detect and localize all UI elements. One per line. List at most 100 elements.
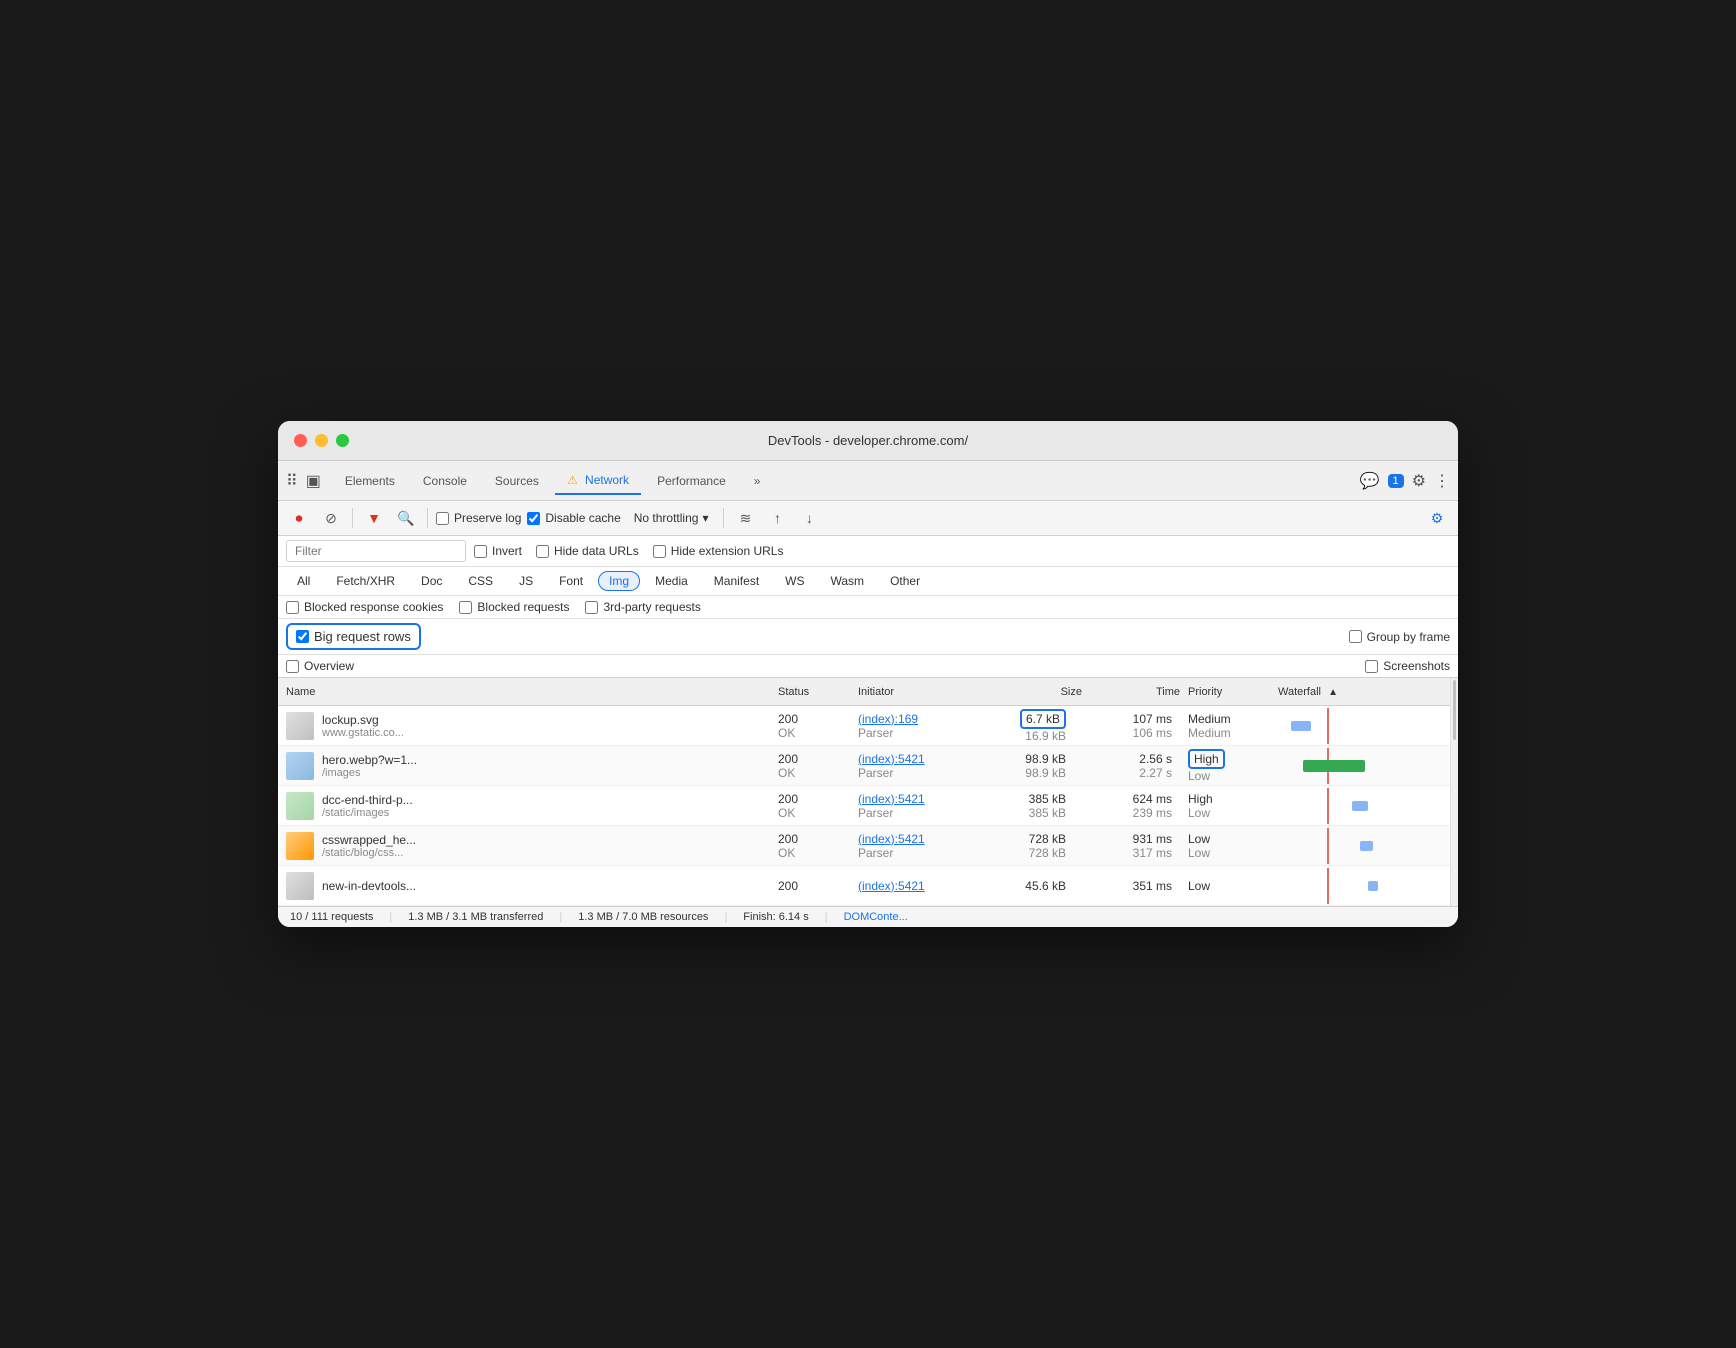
type-btn-media[interactable]: Media (644, 571, 699, 591)
row-name-texts-2: dcc-end-third-p... /static/images (322, 793, 413, 819)
row-name-cell-2: dcc-end-third-p... /static/images (286, 792, 778, 820)
group-by-frame-checkbox[interactable] (1349, 630, 1362, 643)
col-header-time[interactable]: Time (1098, 686, 1188, 698)
type-btn-doc[interactable]: Doc (410, 571, 453, 591)
row-size-primary-4: 45.6 kB (988, 879, 1082, 893)
download-icon[interactable]: ↓ (796, 505, 822, 531)
clear-button[interactable]: ⊘ (318, 505, 344, 531)
col-header-priority[interactable]: Priority (1188, 686, 1278, 698)
disable-cache-checkbox[interactable] (527, 512, 540, 525)
more-options-icon[interactable]: ⋮ (1434, 471, 1450, 491)
tab-sources[interactable]: Sources (483, 468, 551, 494)
table-row[interactable]: csswrapped_he... /static/blog/css... 200… (278, 826, 1450, 866)
invert-checkbox[interactable] (474, 545, 487, 558)
invert-label[interactable]: Invert (474, 544, 522, 558)
warning-icon: ⚠ (567, 473, 578, 487)
row-initiator-primary-4[interactable]: (index):5421 (858, 879, 988, 893)
close-button[interactable] (294, 434, 307, 447)
type-btn-font[interactable]: Font (548, 571, 594, 591)
big-request-rows-label[interactable]: Big request rows (286, 623, 421, 650)
tab-bar-right: 💬 1 ⚙ ⋮ (1360, 471, 1450, 491)
row-priority-primary-0: Medium (1188, 712, 1278, 726)
hide-data-urls-checkbox[interactable] (536, 545, 549, 558)
hide-extension-urls-label[interactable]: Hide extension URLs (653, 544, 784, 558)
waterfall-line-2 (1327, 788, 1329, 824)
blocked-requests-checkbox[interactable] (459, 601, 472, 614)
record-button[interactable]: ⏺ (286, 505, 312, 531)
table-header: Name Status Initiator Size Time Priority… (278, 678, 1450, 706)
blocked-cookies-label[interactable]: Blocked response cookies (286, 600, 443, 614)
row-initiator-primary-0[interactable]: (index):169 (858, 712, 988, 726)
messages-icon[interactable]: 💬 (1360, 471, 1380, 491)
type-btn-fetch-xhr[interactable]: Fetch/XHR (325, 571, 406, 591)
row-priority-4: Low (1188, 879, 1278, 893)
wifi-icon[interactable]: ≋ (732, 505, 758, 531)
tab-console[interactable]: Console (411, 468, 479, 494)
type-btn-css[interactable]: CSS (457, 571, 504, 591)
maximize-button[interactable] (336, 434, 349, 447)
tab-network[interactable]: ⚠ Network (555, 467, 641, 495)
scrollbar-thumb[interactable] (1453, 680, 1456, 740)
col-header-name[interactable]: Name (286, 686, 778, 698)
row-initiator-primary-2[interactable]: (index):5421 (858, 792, 988, 806)
row-status-secondary-0: OK (778, 726, 858, 740)
table-row[interactable]: lockup.svg www.gstatic.co... 200 OK (ind… (278, 706, 1450, 746)
third-party-label[interactable]: 3rd-party requests (585, 600, 700, 614)
big-request-rows-checkbox[interactable] (296, 630, 309, 643)
preserve-log-checkbox[interactable] (436, 512, 449, 525)
filter-input[interactable] (286, 540, 466, 562)
network-settings-icon[interactable]: ⚙ (1424, 505, 1450, 531)
row-initiator-primary-1[interactable]: (index):5421 (858, 752, 988, 766)
col-header-size[interactable]: Size (988, 686, 1098, 698)
table-row[interactable]: new-in-devtools... 200 (index):5421 45.6… (278, 866, 1450, 906)
tab-elements[interactable]: Elements (333, 468, 407, 494)
row-initiator-secondary-3: Parser (858, 846, 988, 860)
preserve-log-label[interactable]: Preserve log (436, 511, 521, 525)
type-btn-js[interactable]: JS (508, 571, 544, 591)
device-mode-icon[interactable]: ▣ (306, 471, 321, 491)
type-btn-manifest[interactable]: Manifest (703, 571, 770, 591)
blocked-cookies-checkbox[interactable] (286, 601, 299, 614)
table-row[interactable]: dcc-end-third-p... /static/images 200 OK… (278, 786, 1450, 826)
devtools-icon[interactable]: ⠿ (286, 471, 298, 491)
type-btn-img[interactable]: Img (598, 571, 640, 591)
row-status-3: 200 OK (778, 832, 858, 860)
row-size-primary-3: 728 kB (988, 832, 1082, 846)
row-size-secondary-3: 728 kB (988, 846, 1082, 860)
type-btn-wasm[interactable]: Wasm (820, 571, 876, 591)
throttle-select[interactable]: No throttling ▾ (627, 508, 716, 528)
status-divider-3: | (724, 911, 727, 923)
col-header-initiator[interactable]: Initiator (858, 686, 988, 698)
filter-button[interactable]: ▼ (361, 505, 387, 531)
row-waterfall-4 (1278, 868, 1442, 904)
tab-performance[interactable]: Performance (645, 468, 738, 494)
hide-data-urls-label[interactable]: Hide data URLs (536, 544, 639, 558)
row-initiator-primary-3[interactable]: (index):5421 (858, 832, 988, 846)
row-size-primary-1: 98.9 kB (988, 752, 1082, 766)
col-header-status[interactable]: Status (778, 686, 858, 698)
settings-icon[interactable]: ⚙ (1412, 471, 1426, 491)
screenshots-checkbox[interactable] (1365, 660, 1378, 673)
overview-label[interactable]: Overview (286, 659, 354, 673)
type-btn-other[interactable]: Other (879, 571, 931, 591)
row-name-texts-4: new-in-devtools... (322, 879, 416, 893)
type-btn-all[interactable]: All (286, 571, 321, 591)
hide-extension-urls-checkbox[interactable] (653, 545, 666, 558)
screenshots-label[interactable]: Screenshots (1365, 659, 1450, 673)
blocked-requests-label[interactable]: Blocked requests (459, 600, 569, 614)
options-bar-2: Big request rows Group by frame (278, 619, 1458, 655)
scrollbar[interactable] (1450, 678, 1458, 906)
row-status-1: 200 OK (778, 752, 858, 780)
row-priority-1: High Low (1188, 749, 1278, 783)
col-header-waterfall[interactable]: Waterfall ▲ (1278, 686, 1442, 698)
tab-more[interactable]: » (742, 468, 773, 494)
group-by-frame-label[interactable]: Group by frame (1349, 630, 1450, 644)
overview-checkbox[interactable] (286, 660, 299, 673)
third-party-checkbox[interactable] (585, 601, 598, 614)
upload-icon[interactable]: ↑ (764, 505, 790, 531)
minimize-button[interactable] (315, 434, 328, 447)
table-row[interactable]: hero.webp?w=1... /images 200 OK (index):… (278, 746, 1450, 786)
disable-cache-label[interactable]: Disable cache (527, 511, 620, 525)
search-button[interactable]: 🔍 (393, 505, 419, 531)
type-btn-ws[interactable]: WS (774, 571, 815, 591)
